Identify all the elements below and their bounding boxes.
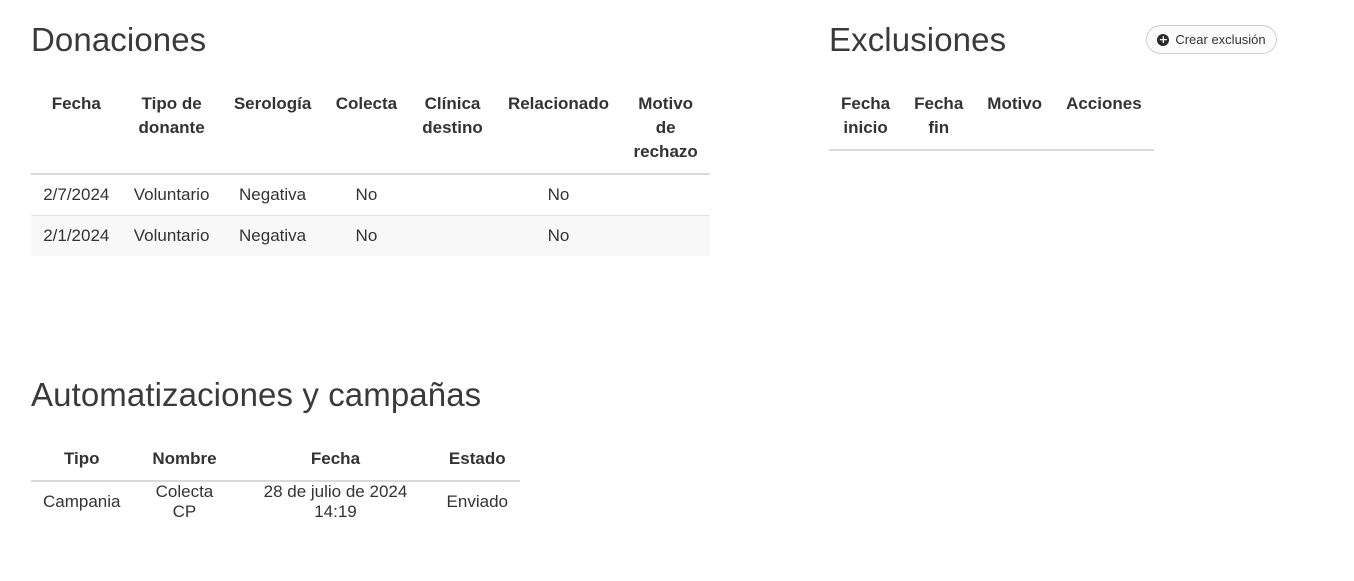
cell-motivo-rechazo [621,215,710,256]
automatizaciones-title: Automatizaciones y campañas [31,376,482,413]
col-fecha-inicio[interactable]: Fecha inicio [829,80,903,151]
table-row[interactable]: Campania Colecta CP 28 de julio de 2024 … [31,481,520,522]
col-fecha[interactable]: Fecha [31,80,122,175]
col-tipo[interactable]: Tipo [31,435,133,482]
automatizaciones-header-row: Tipo Nombre Fecha Estado [31,435,520,482]
cell-clinica-destino [409,215,496,256]
col-colecta[interactable]: Colecta [323,80,410,175]
cell-fecha: 28 de julio de 2024 14:19 [263,482,408,521]
cell-nombre: Colecta CP [155,482,214,521]
col-relacionado[interactable]: Relacionado [495,80,622,175]
exclusiones-header-row: Fecha inicio Fecha fin Motivo Acciones [829,80,1154,151]
cell-serologia: Negativa [239,185,307,204]
cell-motivo-rechazo [621,174,710,216]
donaciones-table: Fecha Tipo de donante Serología Colecta C… [31,80,710,256]
cell-colecta: No [323,215,410,256]
crear-exclusion-label: Crear exclusión [1175,32,1266,47]
cell-tipo: Campania [43,492,121,511]
col-fecha-fin[interactable]: Fecha fin [902,80,976,151]
cell-tipo-donante: Voluntario [121,215,222,256]
donaciones-title: Donaciones [31,21,207,58]
col-tipo-donante[interactable]: Tipo de donante [121,80,222,175]
crear-exclusion-button[interactable]: + Crear exclusión [1146,25,1277,54]
table-row[interactable]: 2/1/2024 Voluntario Negativa No No [31,215,710,256]
donaciones-header-row: Fecha Tipo de donante Serología Colecta C… [31,80,710,175]
cell-serologia: Negativa [221,215,324,256]
cell-fecha: 2/1/2024 [31,215,122,256]
exclusiones-table: Fecha inicio Fecha fin Motivo Acciones [829,80,1154,151]
plus-circle-icon: + [1157,32,1170,46]
col-motivo[interactable]: Motivo [975,80,1055,151]
cell-estado: Enviado [446,492,508,511]
table-row[interactable]: 2/7/2024 Voluntario Negativa No No [31,174,710,216]
col-clinica-destino[interactable]: Clínica destino [409,80,496,175]
cell-tipo-donante: Voluntario [133,185,210,204]
col-acciones[interactable]: Acciones [1054,80,1154,151]
cell-relacionado: No [495,215,622,256]
col-nombre[interactable]: Nombre [132,435,237,482]
cell-fecha: 2/7/2024 [43,185,110,204]
col-fecha[interactable]: Fecha [236,435,435,482]
col-estado[interactable]: Estado [434,435,520,482]
automatizaciones-table: Tipo Nombre Fecha Estado Campania Colect… [31,435,520,522]
cell-clinica-destino [409,174,495,216]
cell-colecta: No [355,185,378,204]
col-motivo-rechazo[interactable]: Motivo de rechazo [621,80,710,175]
exclusiones-title: Exclusiones [829,21,1007,58]
cell-relacionado: No [547,185,570,204]
col-serologia[interactable]: Serología [221,80,324,175]
